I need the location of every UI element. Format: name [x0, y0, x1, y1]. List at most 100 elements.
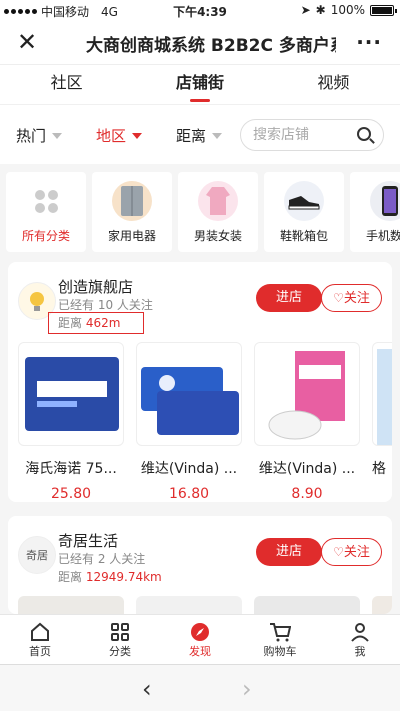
- filter-region-label: 地区: [96, 127, 127, 145]
- grid-icon: [26, 181, 66, 221]
- tab-shop-street[interactable]: 店铺街: [133, 65, 266, 104]
- search-placeholder: 搜索店铺: [253, 127, 309, 143]
- enter-shop-button[interactable]: 进店: [256, 538, 322, 566]
- category-appliances[interactable]: 家用电器: [92, 172, 172, 252]
- product-name: 维达(Vinda) ...: [140, 461, 238, 477]
- product-card[interactable]: 维达(Vinda) ... 16.80: [136, 342, 242, 502]
- nav-label: 购物车: [263, 645, 297, 658]
- filter-distance[interactable]: 距离: [176, 125, 223, 146]
- forward-arrow-icon[interactable]: ›: [242, 675, 252, 703]
- back-arrow-icon[interactable]: ‹: [142, 675, 152, 703]
- product-price: 25.80: [50, 486, 92, 502]
- product-card[interactable]: 维达(Vinda) ... 8.90: [254, 342, 360, 502]
- chevron-down-icon: [132, 132, 143, 139]
- heart-icon: ♡: [333, 545, 344, 559]
- follow-shop-button[interactable]: ♡关注: [321, 538, 382, 566]
- filter-bar: 热门 地区 距离 搜索店铺: [0, 104, 400, 164]
- shop-name[interactable]: 创造旗舰店: [58, 276, 133, 297]
- follow-label: 关注: [343, 545, 370, 560]
- category-label: 男装女装: [193, 229, 242, 243]
- filter-hot-label: 热门: [16, 127, 47, 145]
- category-label: 手机数码: [365, 229, 400, 243]
- location-icon: ➤: [300, 3, 311, 17]
- cart-icon: [240, 621, 320, 643]
- category-label: 所有分类: [21, 229, 70, 243]
- shop-distance: 距离 12949.74km: [58, 568, 162, 585]
- fridge-icon: [112, 181, 152, 221]
- user-icon: [320, 621, 400, 643]
- nav-label: 分类: [109, 645, 131, 658]
- nav-cart[interactable]: 购物车: [240, 615, 320, 664]
- filter-region[interactable]: 地区: [96, 125, 143, 146]
- filter-hot[interactable]: 热门: [16, 125, 63, 146]
- shop-followers: 已经有 10 人关注: [58, 298, 153, 312]
- distance-value: 12949.74km: [85, 570, 162, 584]
- top-tabs: 社区 店铺街 视频: [0, 64, 400, 104]
- status-bar: 中国移动 4G 下午4:39 ➤ ✱ 100%: [0, 0, 400, 20]
- shop-name[interactable]: 奇居生活: [58, 530, 118, 551]
- battery-percent: 100%: [330, 3, 365, 17]
- product-card[interactable]: 格: [372, 342, 392, 502]
- product-price: 16.80: [168, 486, 210, 502]
- more-options-icon[interactable]: ···: [356, 30, 382, 54]
- filter-distance-label: 距离: [176, 127, 207, 145]
- product-image[interactable]: [136, 596, 242, 614]
- product-image[interactable]: [18, 596, 124, 614]
- category-clothing[interactable]: 男装女装: [178, 172, 258, 252]
- tab-video[interactable]: 视频: [267, 65, 400, 104]
- nav-me[interactable]: 我: [320, 615, 400, 664]
- tab-community[interactable]: 社区: [0, 65, 133, 104]
- product-card[interactable]: 海氏海诺 75... 25.80: [18, 342, 124, 502]
- category-strip: 所有分类 家用电器 男装女装 鞋靴箱包 手机数码: [6, 172, 400, 252]
- product-image: [372, 342, 392, 446]
- nav-category[interactable]: 分类: [80, 615, 160, 664]
- distance-highlight-box: [48, 312, 144, 334]
- product-image: [18, 342, 124, 446]
- nav-label: 发现: [189, 645, 211, 658]
- distance-label: 距离: [58, 570, 83, 584]
- category-shoes-bags[interactable]: 鞋靴箱包: [264, 172, 344, 252]
- follow-label: 关注: [343, 291, 370, 306]
- nav-discover[interactable]: 发现: [160, 615, 240, 664]
- shop-card[interactable]: 奇居 奇居生活 已经有 2 人关注 距离 12949.74km 进店 ♡关注: [8, 516, 392, 614]
- product-image[interactable]: [254, 596, 360, 614]
- follow-shop-button[interactable]: ♡关注: [321, 284, 382, 312]
- product-list: 海氏海诺 75... 25.80 维达(Vinda) ... 16.80 维达(…: [18, 342, 392, 502]
- chevron-down-icon: [52, 132, 63, 139]
- bottom-nav: 首页 分类 发现 购物车 我: [0, 614, 400, 664]
- title-bar: ✕ 大商创商城系统 B2B2C 多商户系 ···: [0, 20, 400, 64]
- product-price: 8.90: [291, 486, 323, 502]
- bluetooth-icon: ✱: [315, 3, 326, 17]
- chevron-down-icon: [212, 132, 223, 139]
- enter-shop-button[interactable]: 进店: [256, 284, 322, 312]
- shop-card[interactable]: 创造旗舰店 已经有 10 人关注 距离 462m 进店 ♡关注 海氏海诺 75.…: [8, 262, 392, 502]
- nav-label: 我: [354, 645, 366, 658]
- battery-icon: [370, 4, 397, 16]
- browser-toolbar: ‹ ›: [0, 664, 400, 711]
- category-label: 鞋靴箱包: [279, 229, 328, 243]
- home-icon: [0, 621, 80, 643]
- product-name: 维达(Vinda) ...: [258, 461, 356, 477]
- category-all[interactable]: 所有分类: [6, 172, 86, 252]
- product-image: [254, 342, 360, 446]
- category-label: 家用电器: [107, 229, 156, 243]
- nav-label: 首页: [29, 645, 51, 658]
- search-icon[interactable]: [357, 127, 371, 141]
- category-digital[interactable]: 手机数码: [350, 172, 400, 252]
- clothes-icon: [198, 181, 238, 221]
- heart-icon: ♡: [333, 291, 344, 305]
- close-icon[interactable]: ✕: [14, 30, 40, 56]
- product-list: [18, 596, 392, 614]
- product-image[interactable]: [372, 596, 392, 614]
- category-icon: [80, 621, 160, 643]
- page-title: 大商创商城系统 B2B2C 多商户系: [86, 36, 336, 56]
- nav-home[interactable]: 首页: [0, 615, 80, 664]
- product-name: 海氏海诺 75...: [25, 461, 117, 477]
- search-input[interactable]: 搜索店铺: [240, 119, 384, 151]
- discover-icon: [160, 621, 240, 643]
- shoe-icon: [284, 181, 324, 221]
- product-image: [136, 342, 242, 446]
- shop-followers: 已经有 2 人关注: [58, 552, 146, 566]
- phone-icon: [370, 181, 400, 221]
- product-name: 格: [372, 461, 386, 477]
